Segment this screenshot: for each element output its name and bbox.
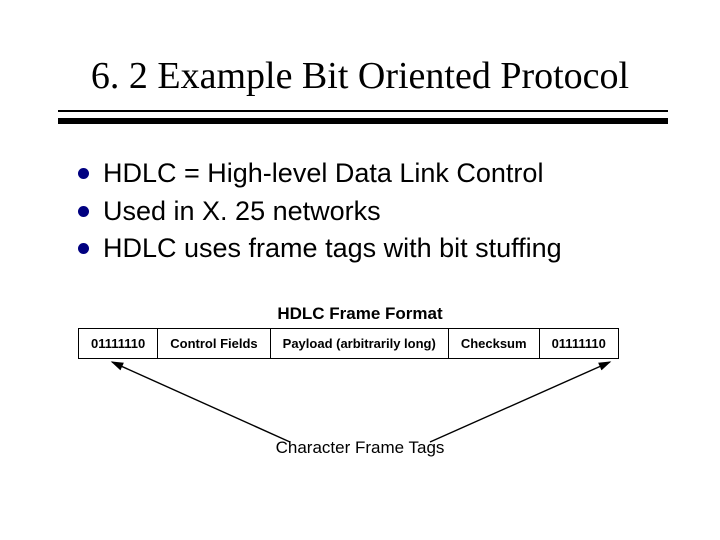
frame-cell-flag-start: 01111110 xyxy=(78,328,158,359)
arrow-left xyxy=(112,362,290,442)
list-item: HDLC uses frame tags with bit stuffing xyxy=(78,231,668,267)
list-item: HDLC = High-level Data Link Control xyxy=(78,156,668,192)
title-rule-thin xyxy=(58,110,668,112)
frame-caption: Character Frame Tags xyxy=(0,438,720,458)
title-rule-thick xyxy=(58,118,668,124)
arrow-right xyxy=(430,362,610,442)
bullet-icon xyxy=(78,168,89,179)
bullet-list: HDLC = High-level Data Link Control Used… xyxy=(78,156,668,269)
bullet-text: HDLC = High-level Data Link Control xyxy=(103,156,543,192)
slide-title: 6. 2 Example Bit Oriented Protocol xyxy=(0,54,720,98)
bullet-text: HDLC uses frame tags with bit stuffing xyxy=(103,231,562,267)
bullet-icon xyxy=(78,206,89,217)
frame-cell-payload: Payload (arbitrarily long) xyxy=(271,328,449,359)
list-item: Used in X. 25 networks xyxy=(78,194,668,230)
bullet-text: Used in X. 25 networks xyxy=(103,194,381,230)
frame-cell-checksum: Checksum xyxy=(449,328,540,359)
frame-title: HDLC Frame Format xyxy=(0,304,720,324)
frame-cell-control: Control Fields xyxy=(158,328,270,359)
bullet-icon xyxy=(78,243,89,254)
slide: 6. 2 Example Bit Oriented Protocol HDLC … xyxy=(0,0,720,540)
frame-table: 01111110 Control Fields Payload (arbitra… xyxy=(78,328,619,359)
frame-cell-flag-end: 01111110 xyxy=(540,328,619,359)
